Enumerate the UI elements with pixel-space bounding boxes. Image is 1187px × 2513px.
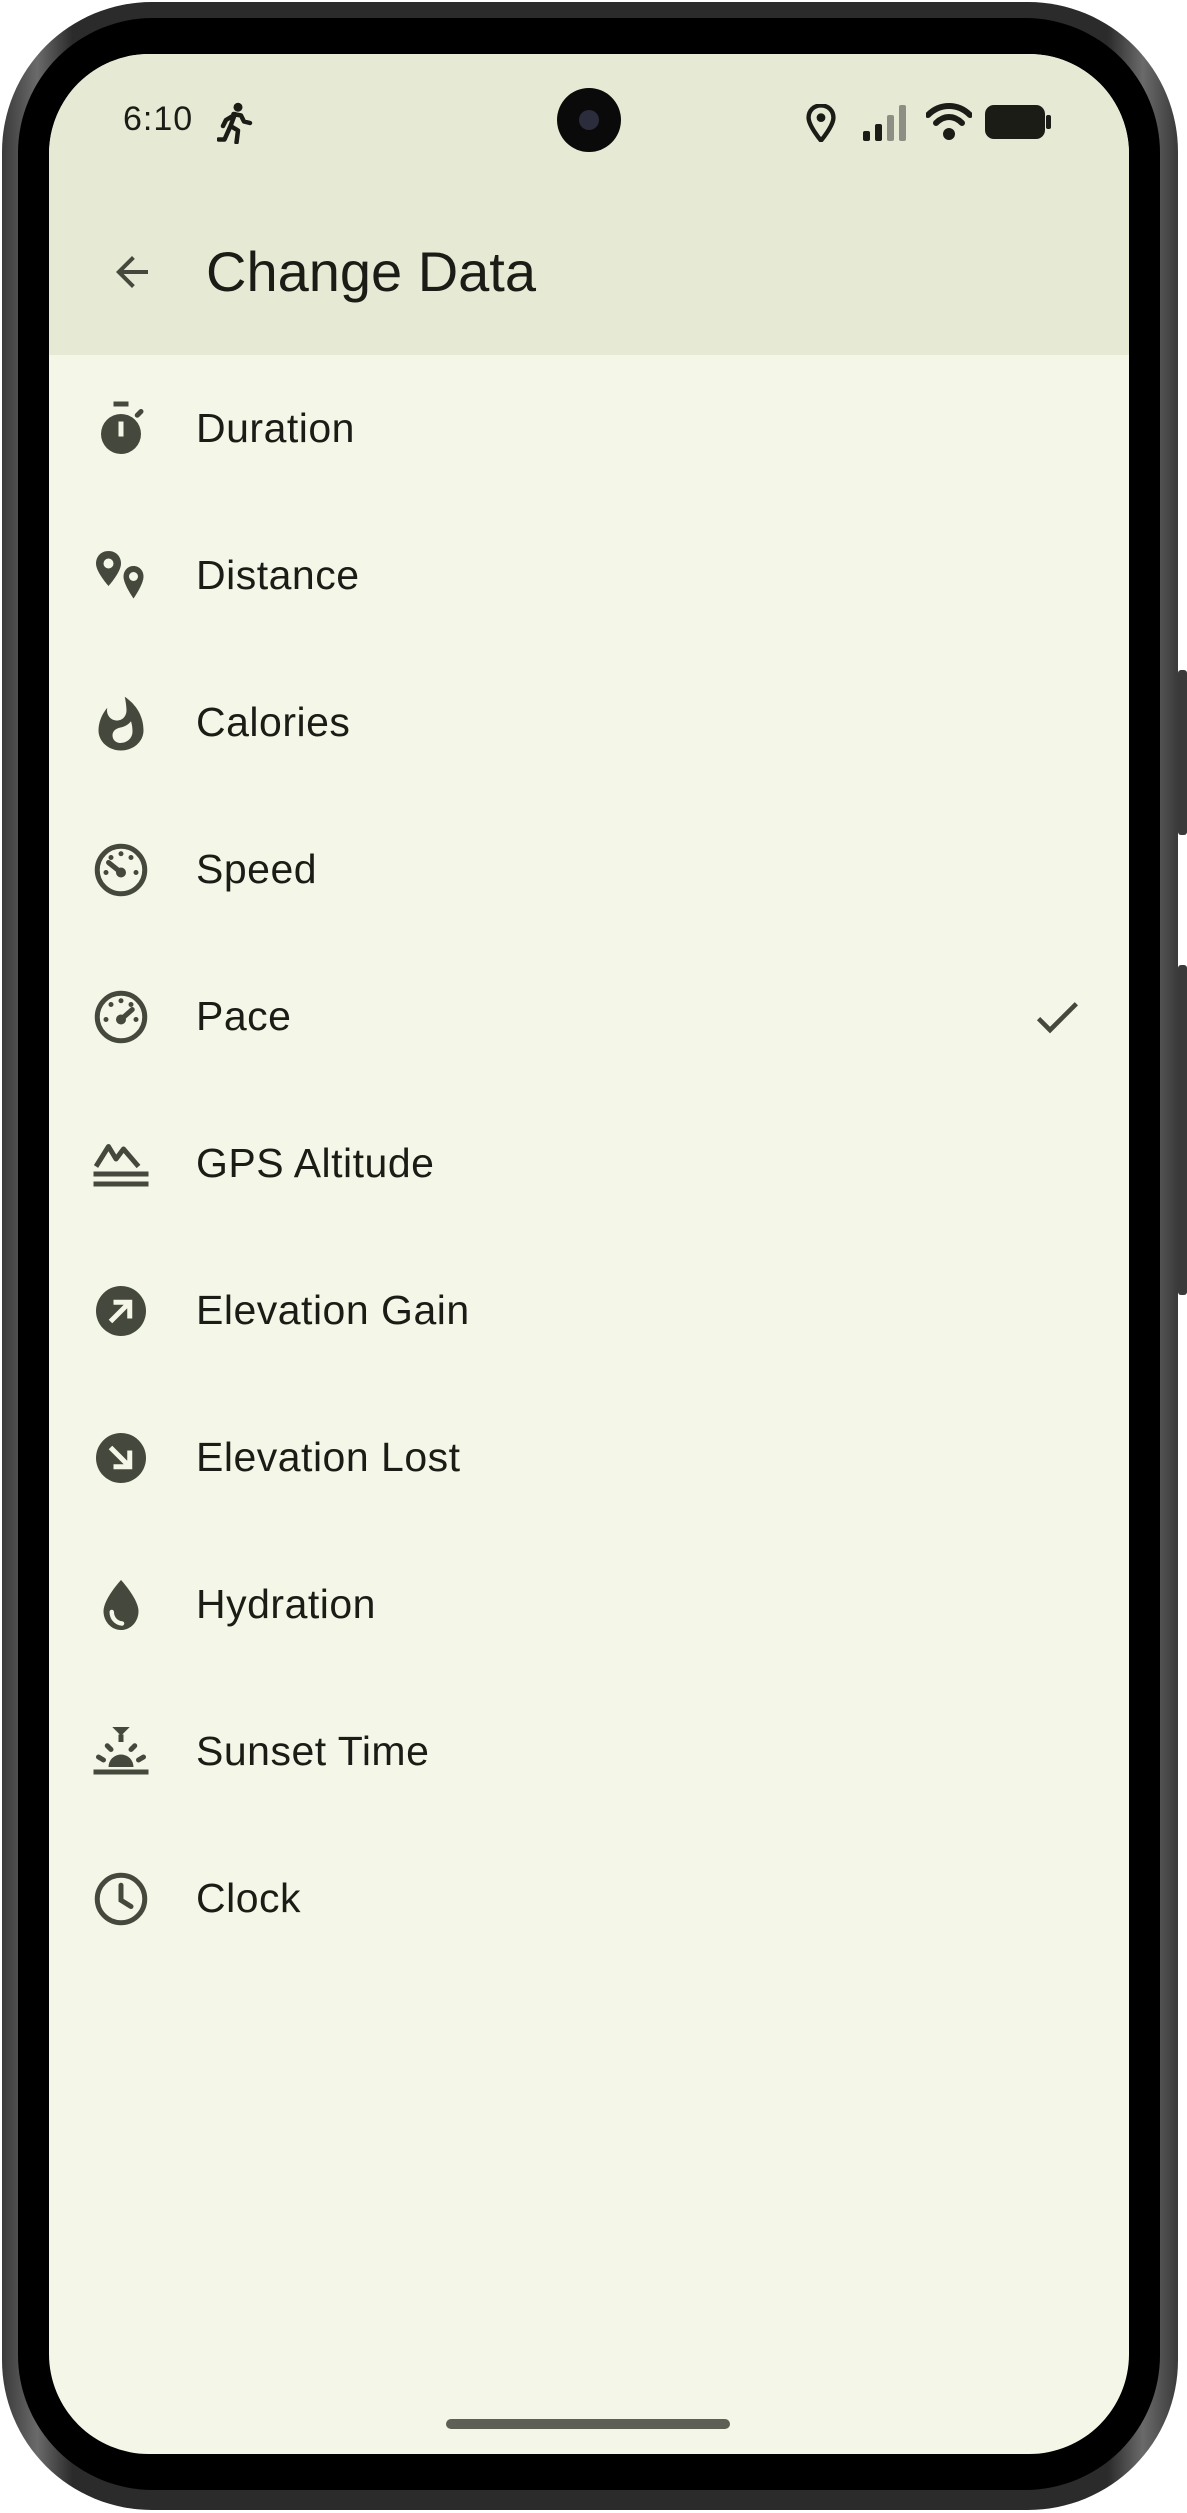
clock-icon [94, 1872, 148, 1926]
list-item-duration[interactable]: Duration [49, 355, 1129, 502]
list-item-label: Sunset Time [196, 1728, 430, 1774]
list-item-label: Speed [196, 846, 318, 892]
battery-icon [985, 105, 1051, 139]
signal-icon [863, 105, 906, 141]
list-item-sunset-time[interactable]: Sunset Time [49, 1678, 1129, 1825]
arrow-back-icon [116, 256, 148, 288]
status-time: 6:10 [123, 100, 194, 138]
list-item-clock[interactable]: Clock [49, 1825, 1129, 1972]
list-item-gps-altitude[interactable]: GPS Altitude [49, 1090, 1129, 1237]
location-icon [806, 104, 836, 142]
front-camera [557, 88, 621, 152]
list-item-calories[interactable]: Calories [49, 649, 1129, 796]
mountains-icon [93, 1144, 149, 1187]
sunset-icon [93, 1727, 149, 1775]
top-app-bar: Change Data [49, 189, 1129, 355]
list-item-label: Elevation Lost [196, 1434, 461, 1480]
back-button[interactable] [89, 229, 175, 315]
volume-button [1178, 670, 1187, 835]
water-drop-icon [103, 1580, 139, 1630]
list-item-label: GPS Altitude [196, 1140, 435, 1186]
running-person-icon [217, 102, 253, 144]
arrow-up-right-circle-icon [96, 1286, 146, 1336]
speedometer-icon [94, 843, 148, 897]
list-item-distance[interactable]: Distance [49, 502, 1129, 649]
list-item-label: Hydration [196, 1581, 376, 1627]
list-item-speed[interactable]: Speed [49, 796, 1129, 943]
list-item-label: Pace [196, 993, 292, 1039]
home-indicator[interactable] [446, 2419, 730, 2429]
list-item-hydration[interactable]: Hydration [49, 1531, 1129, 1678]
list-item-pace[interactable]: Pace [49, 943, 1129, 1090]
power-button [1178, 965, 1187, 1295]
list-item-elevation-lost[interactable]: Elevation Lost [49, 1384, 1129, 1531]
status-bar: 6:10 [49, 54, 1129, 189]
stopwatch-icon [101, 401, 144, 454]
list-item-label: Elevation Gain [196, 1287, 470, 1333]
list-item-label: Duration [196, 405, 355, 451]
speedometer-icon [94, 990, 148, 1044]
arrow-down-right-circle-icon [96, 1433, 146, 1483]
phone-device: 6:10 Change Data Duration Distance Calor… [0, 0, 1187, 2513]
list-item-label: Calories [196, 699, 351, 745]
list-item-label: Distance [196, 552, 360, 598]
distance-pins-icon [96, 551, 144, 599]
wifi-icon [926, 103, 972, 140]
check-icon [1036, 1002, 1078, 1034]
page-title: Change Data [206, 240, 537, 303]
list-item-label: Clock [196, 1875, 302, 1921]
list-item-elevation-gain[interactable]: Elevation Gain [49, 1237, 1129, 1384]
flame-icon [98, 696, 144, 751]
screen: 6:10 Change Data Duration Distance Calor… [49, 54, 1129, 2454]
